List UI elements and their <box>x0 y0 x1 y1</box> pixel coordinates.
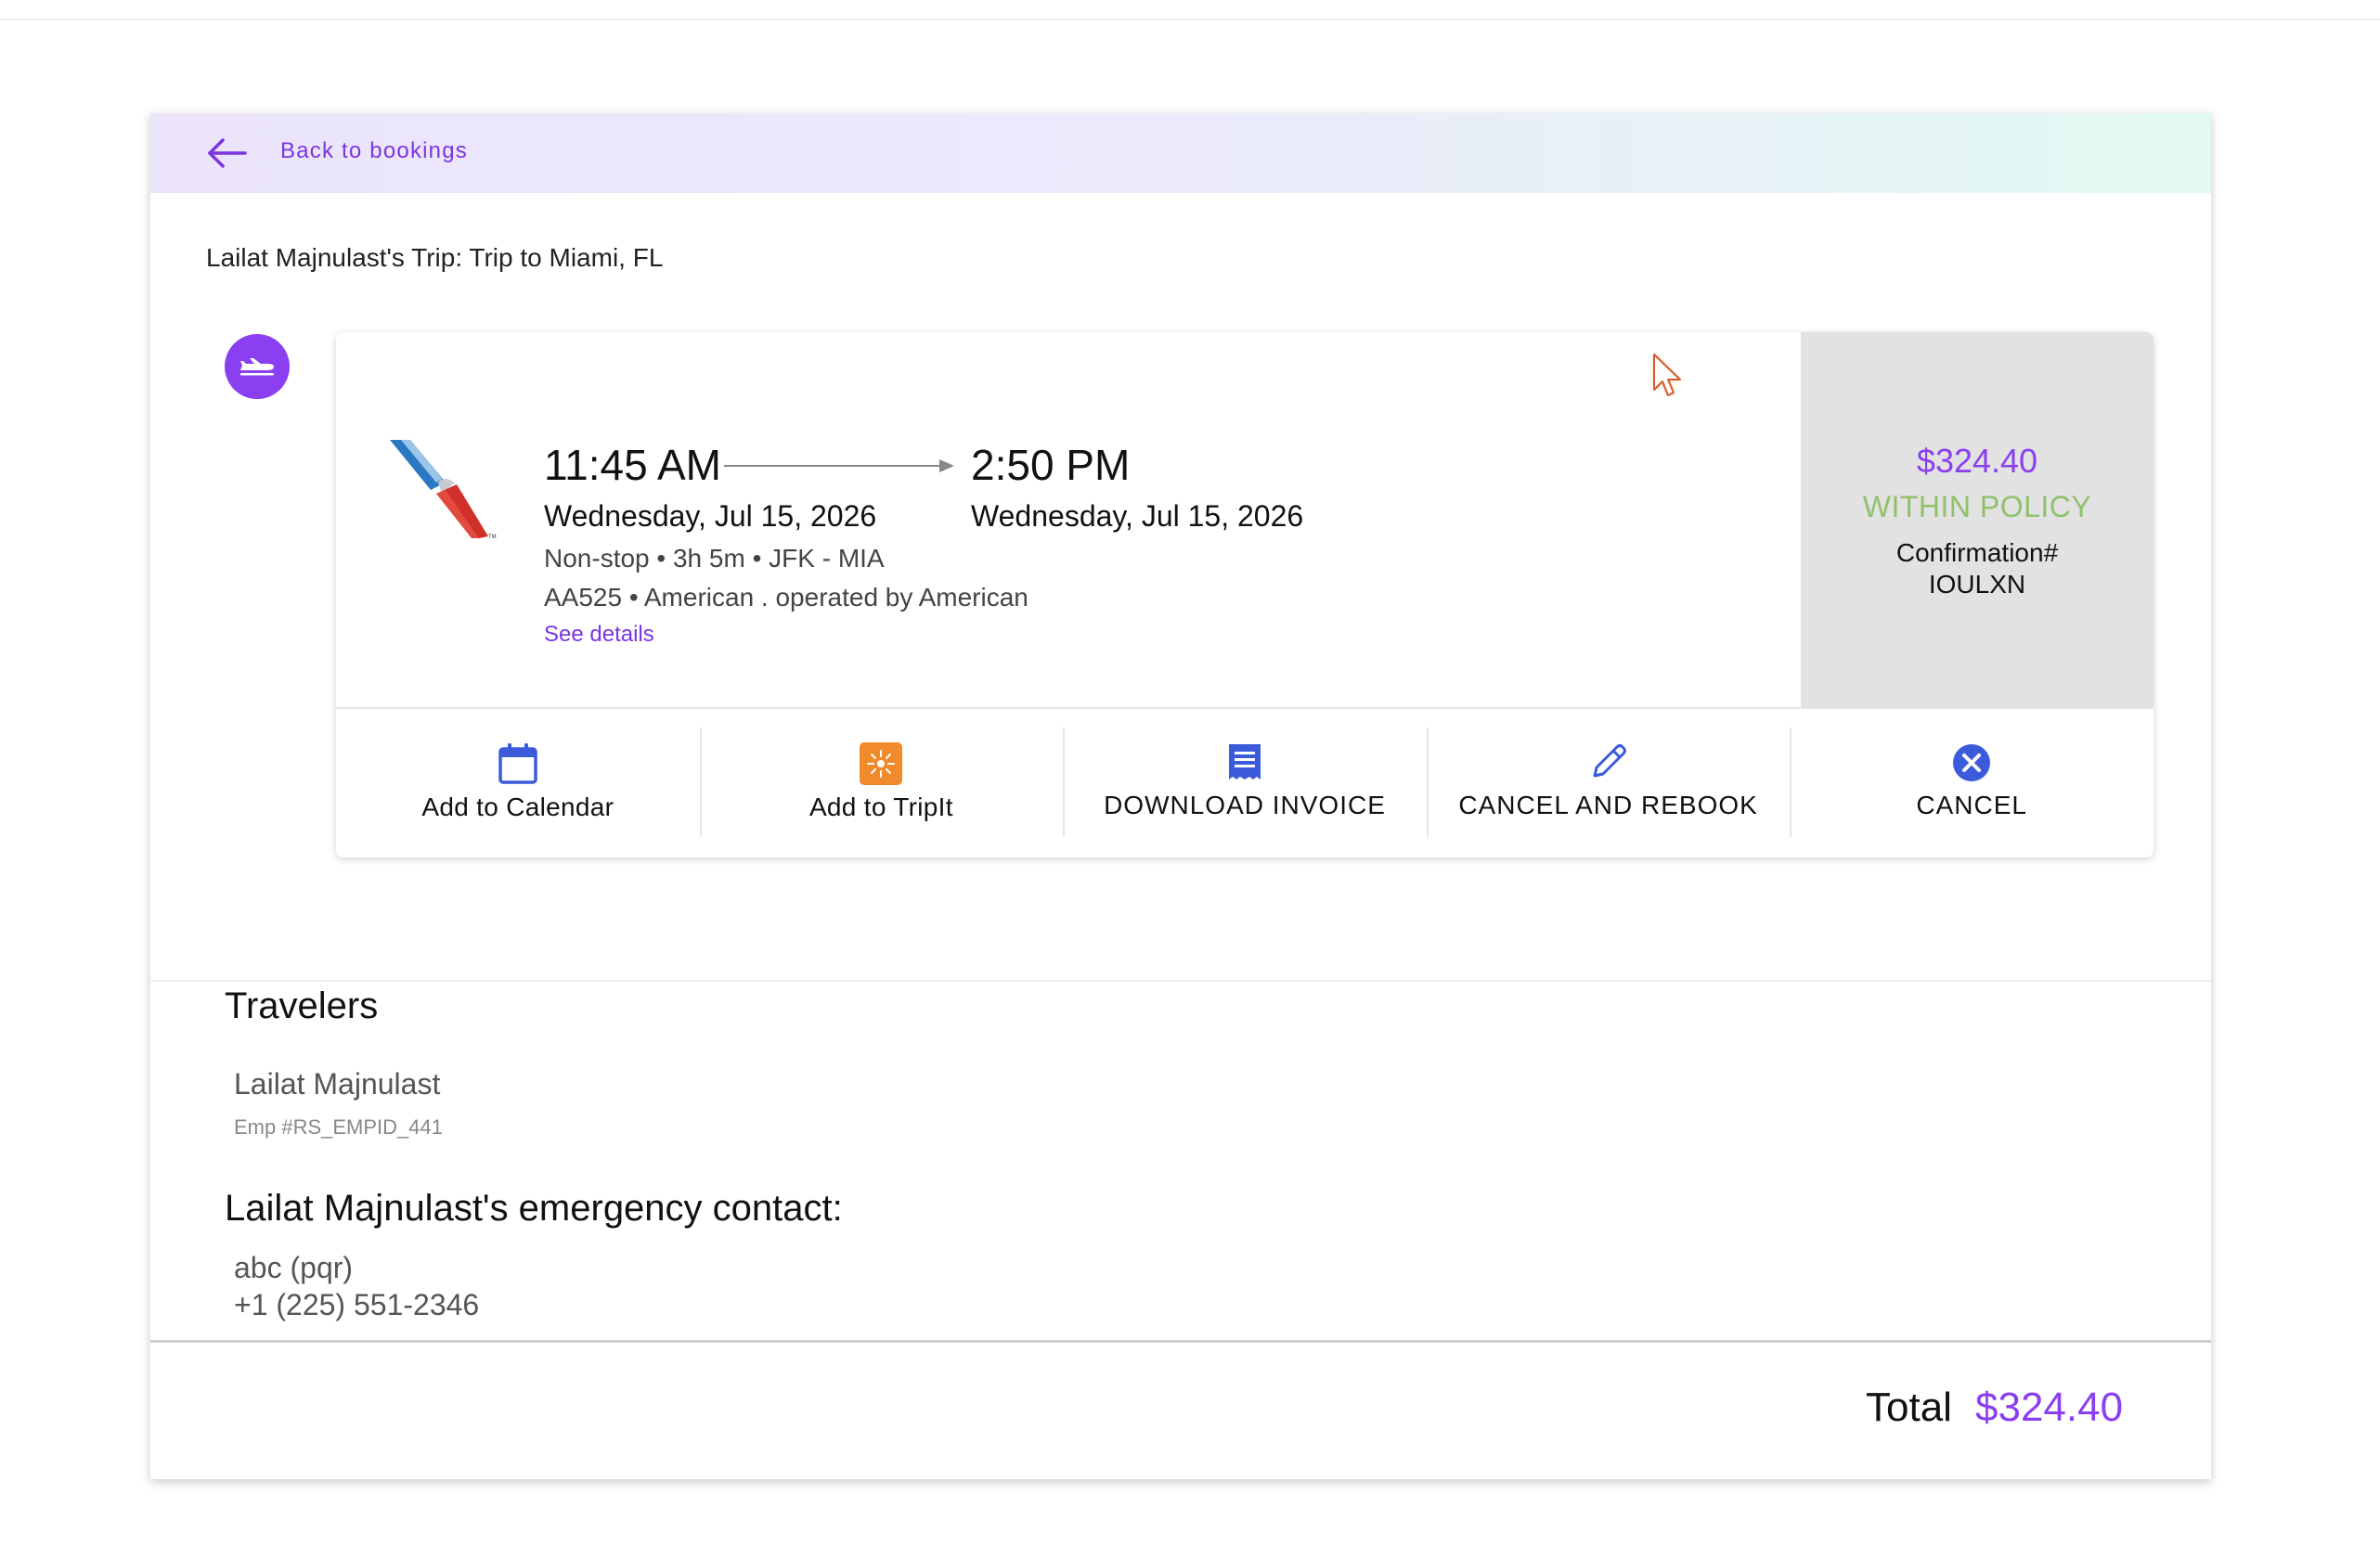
section-divider <box>150 980 2211 982</box>
total-label: Total <box>1866 1385 1952 1430</box>
download-invoice-label: DOWNLOAD INVOICE <box>1104 791 1386 819</box>
trip-title: Lailat Majnulast's Trip: Trip to Miami, … <box>206 243 664 272</box>
see-details-link[interactable]: See details <box>544 622 654 648</box>
flight-summary: Non-stop • 3h 5m • JFK - MIA <box>544 544 885 573</box>
calendar-icon <box>498 743 537 784</box>
svg-text:TM: TM <box>488 535 497 540</box>
mouse-cursor-icon <box>1653 354 1681 396</box>
cancel-button[interactable]: CANCEL <box>1790 709 2154 857</box>
confirmation-code: IOULXN <box>1928 570 2026 599</box>
policy-status: WITHIN POLICY <box>1862 490 2092 523</box>
booking-actions: Add to Calendar Add to TripIt DOWNLOAD I… <box>336 707 2154 857</box>
price-panel: $324.40 WITHIN POLICY Confirmation# IOUL… <box>1801 332 2154 707</box>
cancel-and-rebook-label: CANCEL AND REBOOK <box>1458 791 1758 819</box>
cancel-and-rebook-button[interactable]: CANCEL AND REBOOK <box>1426 709 1791 857</box>
add-to-calendar-label: Add to Calendar <box>421 792 614 821</box>
departure-time: 11:45 AM <box>544 441 721 489</box>
cancel-label: CANCEL <box>1916 791 2027 819</box>
total-divider <box>150 1340 2211 1343</box>
add-to-tripit-button[interactable]: Add to TripIt <box>699 709 1064 857</box>
flight-booking-card: TM 11:45 AM 2:50 PM Wednesday, Jul 15, 2… <box>336 332 2154 857</box>
departure-date: Wednesday, Jul 15, 2026 <box>544 499 877 533</box>
total-value: $324.40 <box>1975 1385 2124 1430</box>
carrier-line: AA525 • American . operated by American <box>544 583 1028 612</box>
airplane-icon <box>240 358 274 376</box>
invoice-icon <box>1228 744 1261 779</box>
fare-price: $324.40 <box>1916 442 2038 480</box>
add-to-tripit-label: Add to TripIt <box>808 792 953 821</box>
travelers-heading: Travelers <box>225 986 379 1026</box>
top-divider <box>0 0 2380 20</box>
back-to-bookings-link[interactable]: Back to bookings <box>280 138 468 164</box>
add-to-calendar-button[interactable]: Add to Calendar <box>336 709 700 857</box>
traveler-name: Lailat Majnulast <box>234 1067 441 1101</box>
tripit-icon <box>860 742 903 785</box>
download-invoice-button[interactable]: DOWNLOAD INVOICE <box>1063 709 1427 857</box>
route-arrow-icon <box>724 459 954 472</box>
header-bar: Back to bookings <box>150 113 2211 193</box>
flight-badge <box>225 334 290 399</box>
flight-info: TM 11:45 AM 2:50 PM Wednesday, Jul 15, 2… <box>336 332 1801 707</box>
emergency-contact-phone: +1 (225) 551-2346 <box>234 1288 480 1321</box>
back-arrow-icon[interactable] <box>206 135 247 171</box>
emergency-contact-name: abc (pqr) <box>234 1251 354 1284</box>
close-circle-icon <box>1953 744 1991 781</box>
arrival-time: 2:50 PM <box>971 441 1131 489</box>
airline-logo: TM <box>390 440 497 540</box>
confirmation-label: Confirmation# <box>1895 538 2059 567</box>
pencil-icon <box>1593 744 1626 778</box>
employee-id: Emp #RS_EMPID_441 <box>234 1115 443 1139</box>
arrival-date: Wednesday, Jul 15, 2026 <box>971 499 1304 533</box>
booking-details-page: Back to bookings Lailat Majnulast's Trip… <box>150 113 2211 1479</box>
emergency-contact-heading: Lailat Majnulast's emergency contact: <box>225 1188 843 1229</box>
